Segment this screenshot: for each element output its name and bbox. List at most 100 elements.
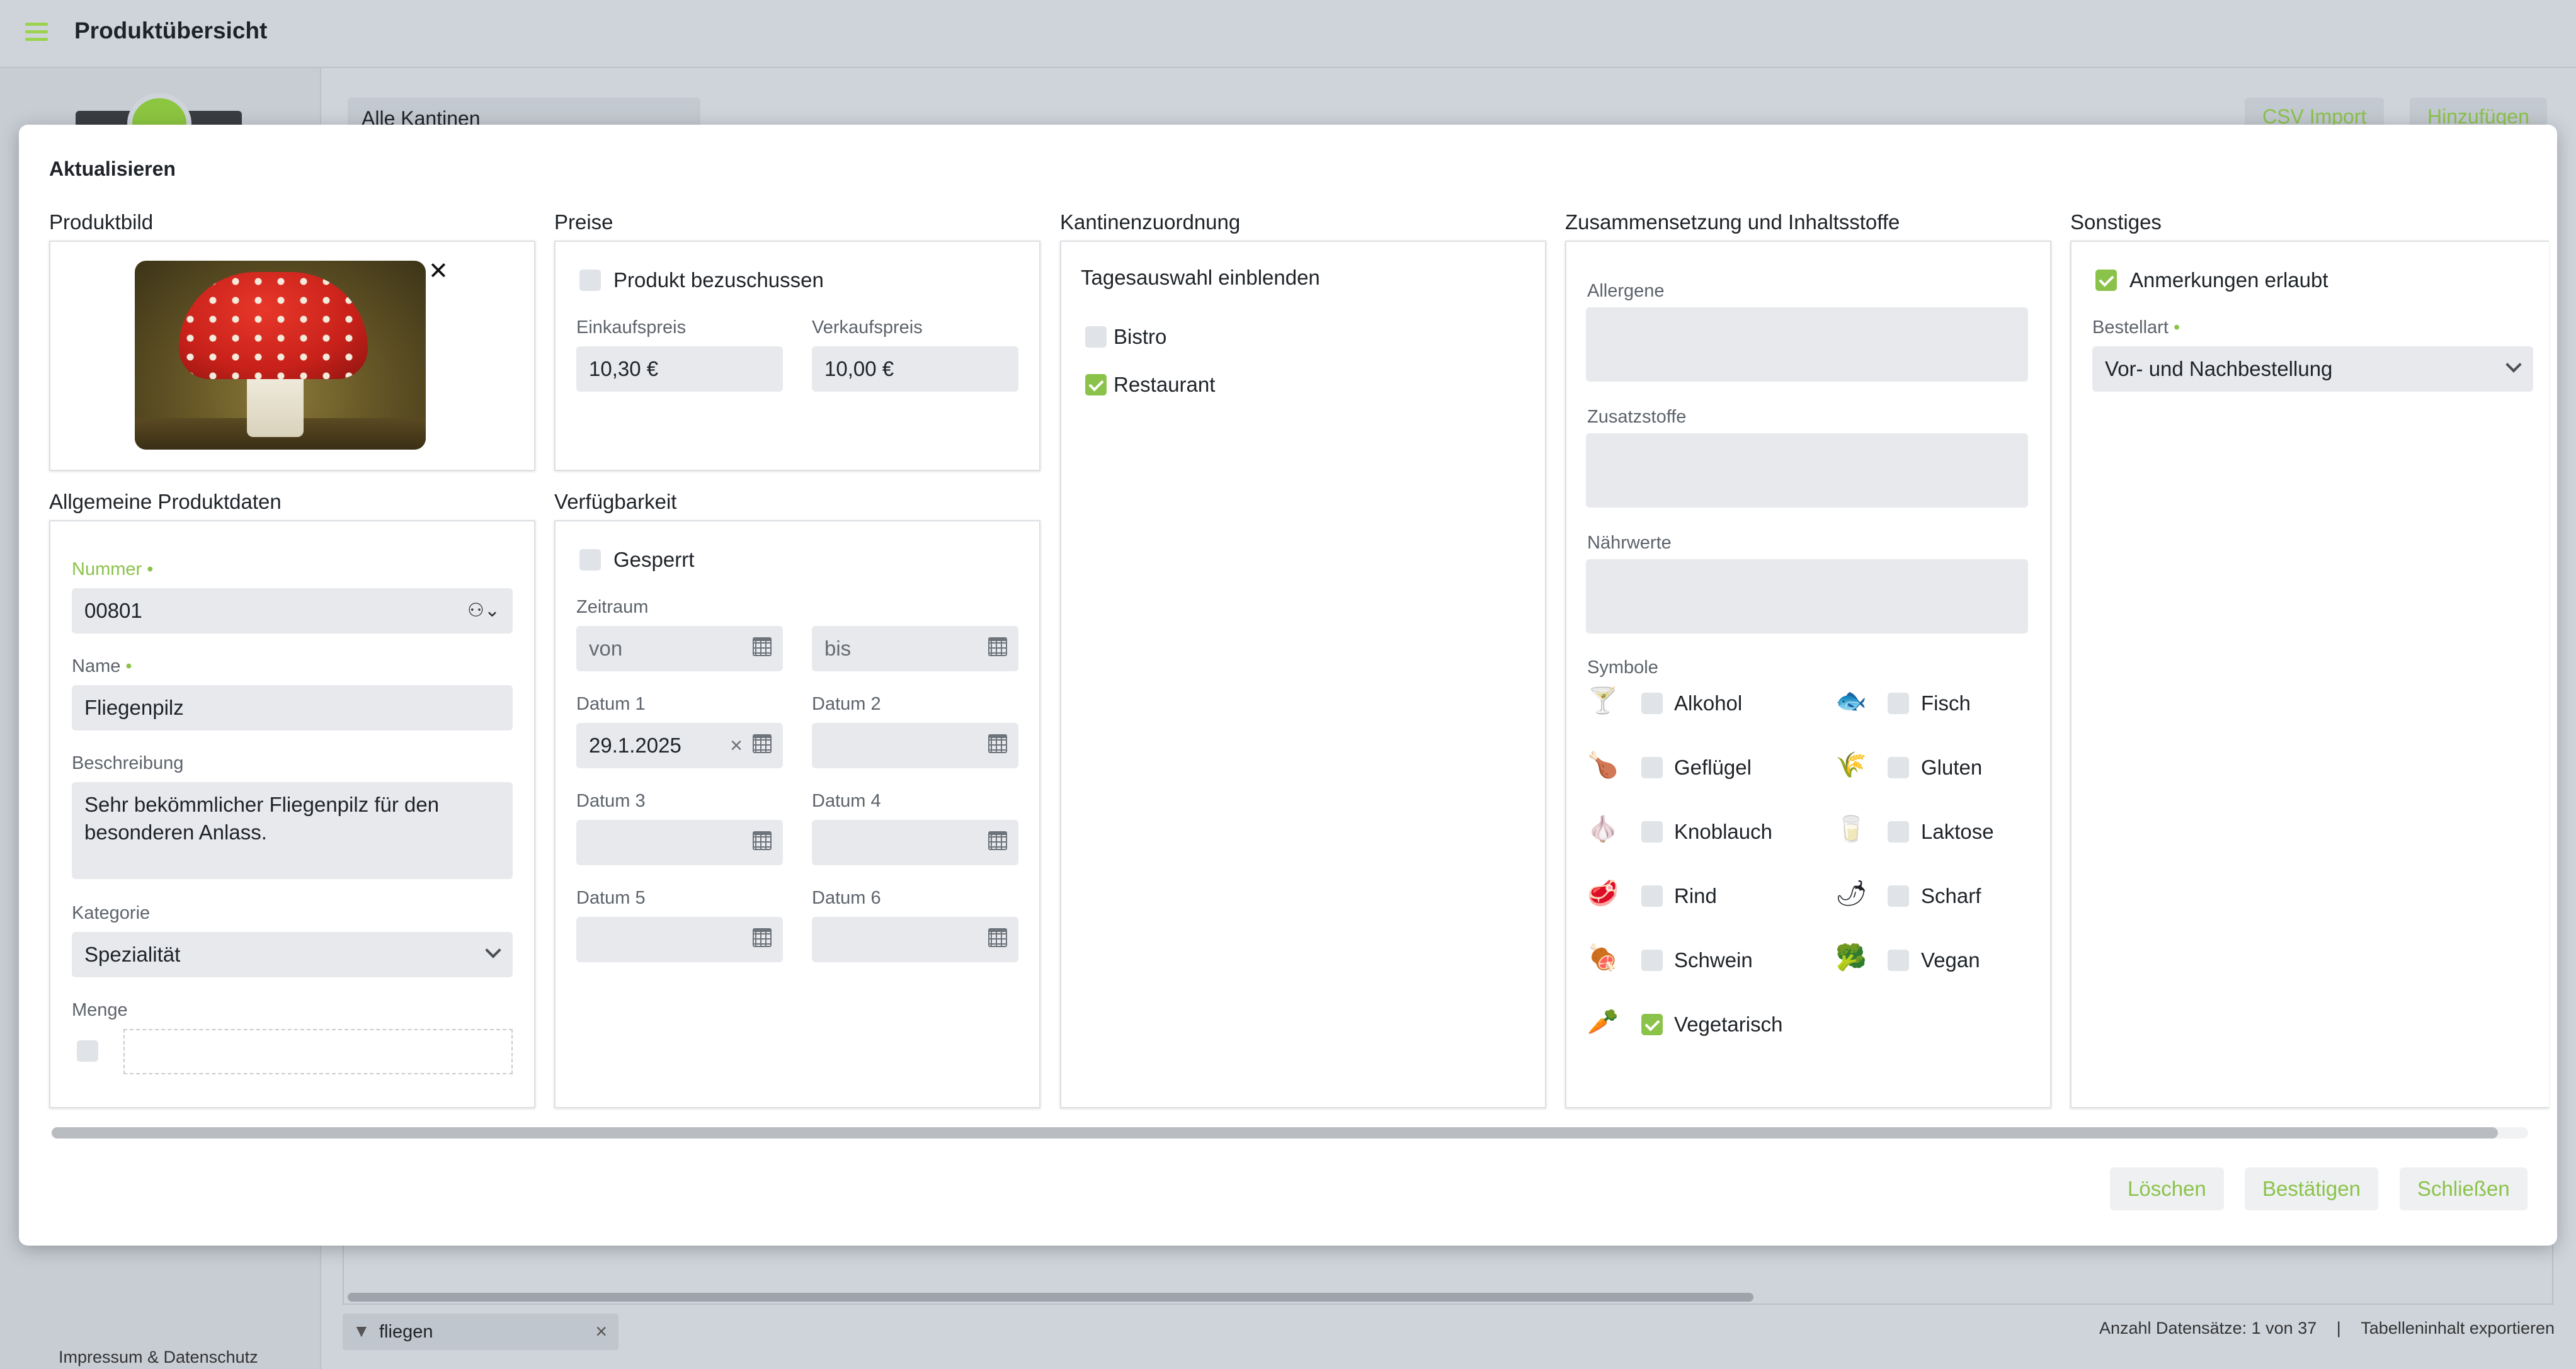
menu-icon[interactable]	[25, 23, 48, 42]
symbol-label-laktose: Laktose	[1921, 820, 1994, 843]
calendar-icon[interactable]	[988, 928, 1007, 947]
calendar-icon[interactable]	[753, 928, 772, 947]
calendar-icon[interactable]	[753, 637, 772, 656]
nutrition-field[interactable]	[1586, 559, 2028, 633]
table-scrollbar[interactable]	[348, 1293, 1753, 1302]
number-label-text: Nummer	[72, 559, 142, 579]
date1-input[interactable]: 29.1.2025 ×	[576, 723, 783, 768]
close-button[interactable]: Schließen	[2400, 1167, 2528, 1210]
confirm-button[interactable]: Bestätigen	[2245, 1167, 2378, 1210]
symbol-checkbox-knoblauch[interactable]	[1641, 821, 1663, 843]
comments-checkbox[interactable]	[2095, 270, 2117, 291]
order-type-select[interactable]: Vor- und Nachbestellung	[2092, 346, 2533, 392]
date1-label: Datum 1	[576, 694, 646, 714]
purchase-price-input[interactable]: 10,30 €	[576, 346, 783, 392]
required-marker: •	[125, 656, 132, 676]
period-to-placeholder: bis	[824, 637, 852, 660]
date3-label: Datum 3	[576, 791, 646, 811]
allergens-field[interactable]	[1586, 307, 2028, 382]
wheat-icon: 🌾	[1835, 751, 1867, 779]
dialog-scrollbar[interactable]	[52, 1127, 2528, 1139]
poultry-icon: 🍗	[1587, 751, 1619, 779]
canteen-checkbox-restaurant[interactable]	[1085, 374, 1107, 395]
date2-input[interactable]	[812, 723, 1018, 768]
symbol-checkbox-laktose[interactable]	[1888, 821, 1909, 843]
name-input[interactable]: Fliegenpilz	[72, 685, 513, 730]
quantity-checkbox[interactable]	[77, 1040, 98, 1062]
additives-field[interactable]	[1586, 433, 2028, 508]
calendar-icon[interactable]	[988, 831, 1007, 850]
quantity-label: Menge	[72, 1000, 128, 1020]
calendar-icon[interactable]	[988, 734, 1007, 753]
description-input[interactable]: Sehr bekömmlicher Fliegenpilz für den be…	[72, 782, 513, 879]
symbol-checkbox-vegan[interactable]	[1888, 950, 1909, 971]
dialog-scrollbar-thumb[interactable]	[52, 1127, 2498, 1139]
cocktail-icon: 🍸	[1587, 687, 1619, 715]
symbol-checkbox-fisch[interactable]	[1888, 693, 1909, 714]
date5-label: Datum 5	[576, 888, 646, 908]
symbol-checkbox-vegetarisch[interactable]	[1641, 1014, 1663, 1035]
imprint-link[interactable]: Impressum & Datenschutz	[59, 1348, 258, 1367]
daily-selection-toggle[interactable]: Tagesauswahl einblenden	[1081, 266, 1320, 290]
update-dialog: Aktualisieren Produktbild Preise Kantine…	[19, 125, 2557, 1246]
filter-chip[interactable]: ▼ fliegen ×	[343, 1314, 618, 1350]
remove-image-icon[interactable]: ✕	[428, 257, 448, 285]
top-bar: Produktübersicht	[0, 0, 2576, 68]
period-to-input[interactable]: bis	[812, 626, 1018, 671]
period-from-input[interactable]: von	[576, 626, 783, 671]
quantity-input[interactable]	[123, 1029, 513, 1074]
number-generator-icon[interactable]: ⚇⌄	[467, 588, 500, 633]
required-marker: •	[2173, 317, 2180, 338]
date3-input[interactable]	[576, 820, 783, 865]
canteen-label-bistro: Bistro	[1114, 325, 1167, 348]
calendar-icon[interactable]	[988, 637, 1007, 656]
order-type-label: Bestellart •	[2092, 317, 2180, 338]
chili-icon: 🌶	[1835, 880, 1867, 907]
chevron-down-icon	[2505, 356, 2522, 373]
symbol-checkbox-schwein[interactable]	[1641, 950, 1663, 971]
category-value: Spezialität	[84, 943, 181, 966]
clear-filter-icon[interactable]: ×	[595, 1320, 607, 1343]
number-value: 00801	[84, 599, 142, 622]
date5-input[interactable]	[576, 917, 783, 962]
record-count: Anzahl Datensätze: 1 von 37	[2099, 1319, 2317, 1338]
page-title: Produktübersicht	[74, 18, 268, 43]
subsidize-checkbox[interactable]	[579, 270, 601, 291]
symbol-label-gefluegel: Geflügel	[1674, 756, 1752, 779]
date6-input[interactable]	[812, 917, 1018, 962]
steak-icon: 🥩	[1587, 880, 1619, 907]
category-select[interactable]: Spezialität	[72, 932, 513, 977]
symbol-checkbox-rind[interactable]	[1641, 885, 1663, 907]
allergens-label: Allergene	[1587, 281, 1665, 301]
name-label: Name •	[72, 656, 132, 677]
clear-date-icon[interactable]: ×	[730, 723, 743, 768]
date6-label: Datum 6	[812, 888, 881, 908]
calendar-icon[interactable]	[753, 734, 772, 753]
symbol-label-scharf: Scharf	[1921, 884, 1981, 907]
date4-label: Datum 4	[812, 791, 881, 811]
number-input[interactable]: 00801 ⚇⌄	[72, 588, 513, 633]
sale-price-input[interactable]: 10,00 €	[812, 346, 1018, 392]
symbol-checkbox-scharf[interactable]	[1888, 885, 1909, 907]
symbols-label: Symbole	[1587, 657, 1658, 678]
order-type-value: Vor- und Nachbestellung	[2105, 357, 2333, 380]
canteen-checkbox-bistro[interactable]	[1085, 326, 1107, 348]
status-separator: |	[2336, 1319, 2341, 1338]
section-general: Allgemeine Produktdaten	[49, 490, 282, 513]
section-canteen: Kantinenzuordnung	[1060, 210, 1241, 234]
delete-button[interactable]: Löschen	[2110, 1167, 2224, 1210]
locked-checkbox[interactable]	[579, 549, 601, 571]
ham-icon: 🍖	[1587, 944, 1619, 972]
export-link[interactable]: Tabelleninhalt exportieren	[2361, 1319, 2555, 1338]
filter-icon: ▼	[353, 1321, 370, 1341]
product-image	[135, 261, 426, 450]
symbol-label-fisch: Fisch	[1921, 691, 1971, 715]
section-prices: Preise	[554, 210, 613, 234]
order-type-label-text: Bestellart	[2092, 317, 2169, 338]
symbol-checkbox-alkohol[interactable]	[1641, 693, 1663, 714]
symbol-checkbox-gefluegel[interactable]	[1641, 757, 1663, 778]
dialog-title: Aktualisieren	[49, 157, 176, 180]
calendar-icon[interactable]	[753, 831, 772, 850]
date4-input[interactable]	[812, 820, 1018, 865]
symbol-checkbox-gluten[interactable]	[1888, 757, 1909, 778]
